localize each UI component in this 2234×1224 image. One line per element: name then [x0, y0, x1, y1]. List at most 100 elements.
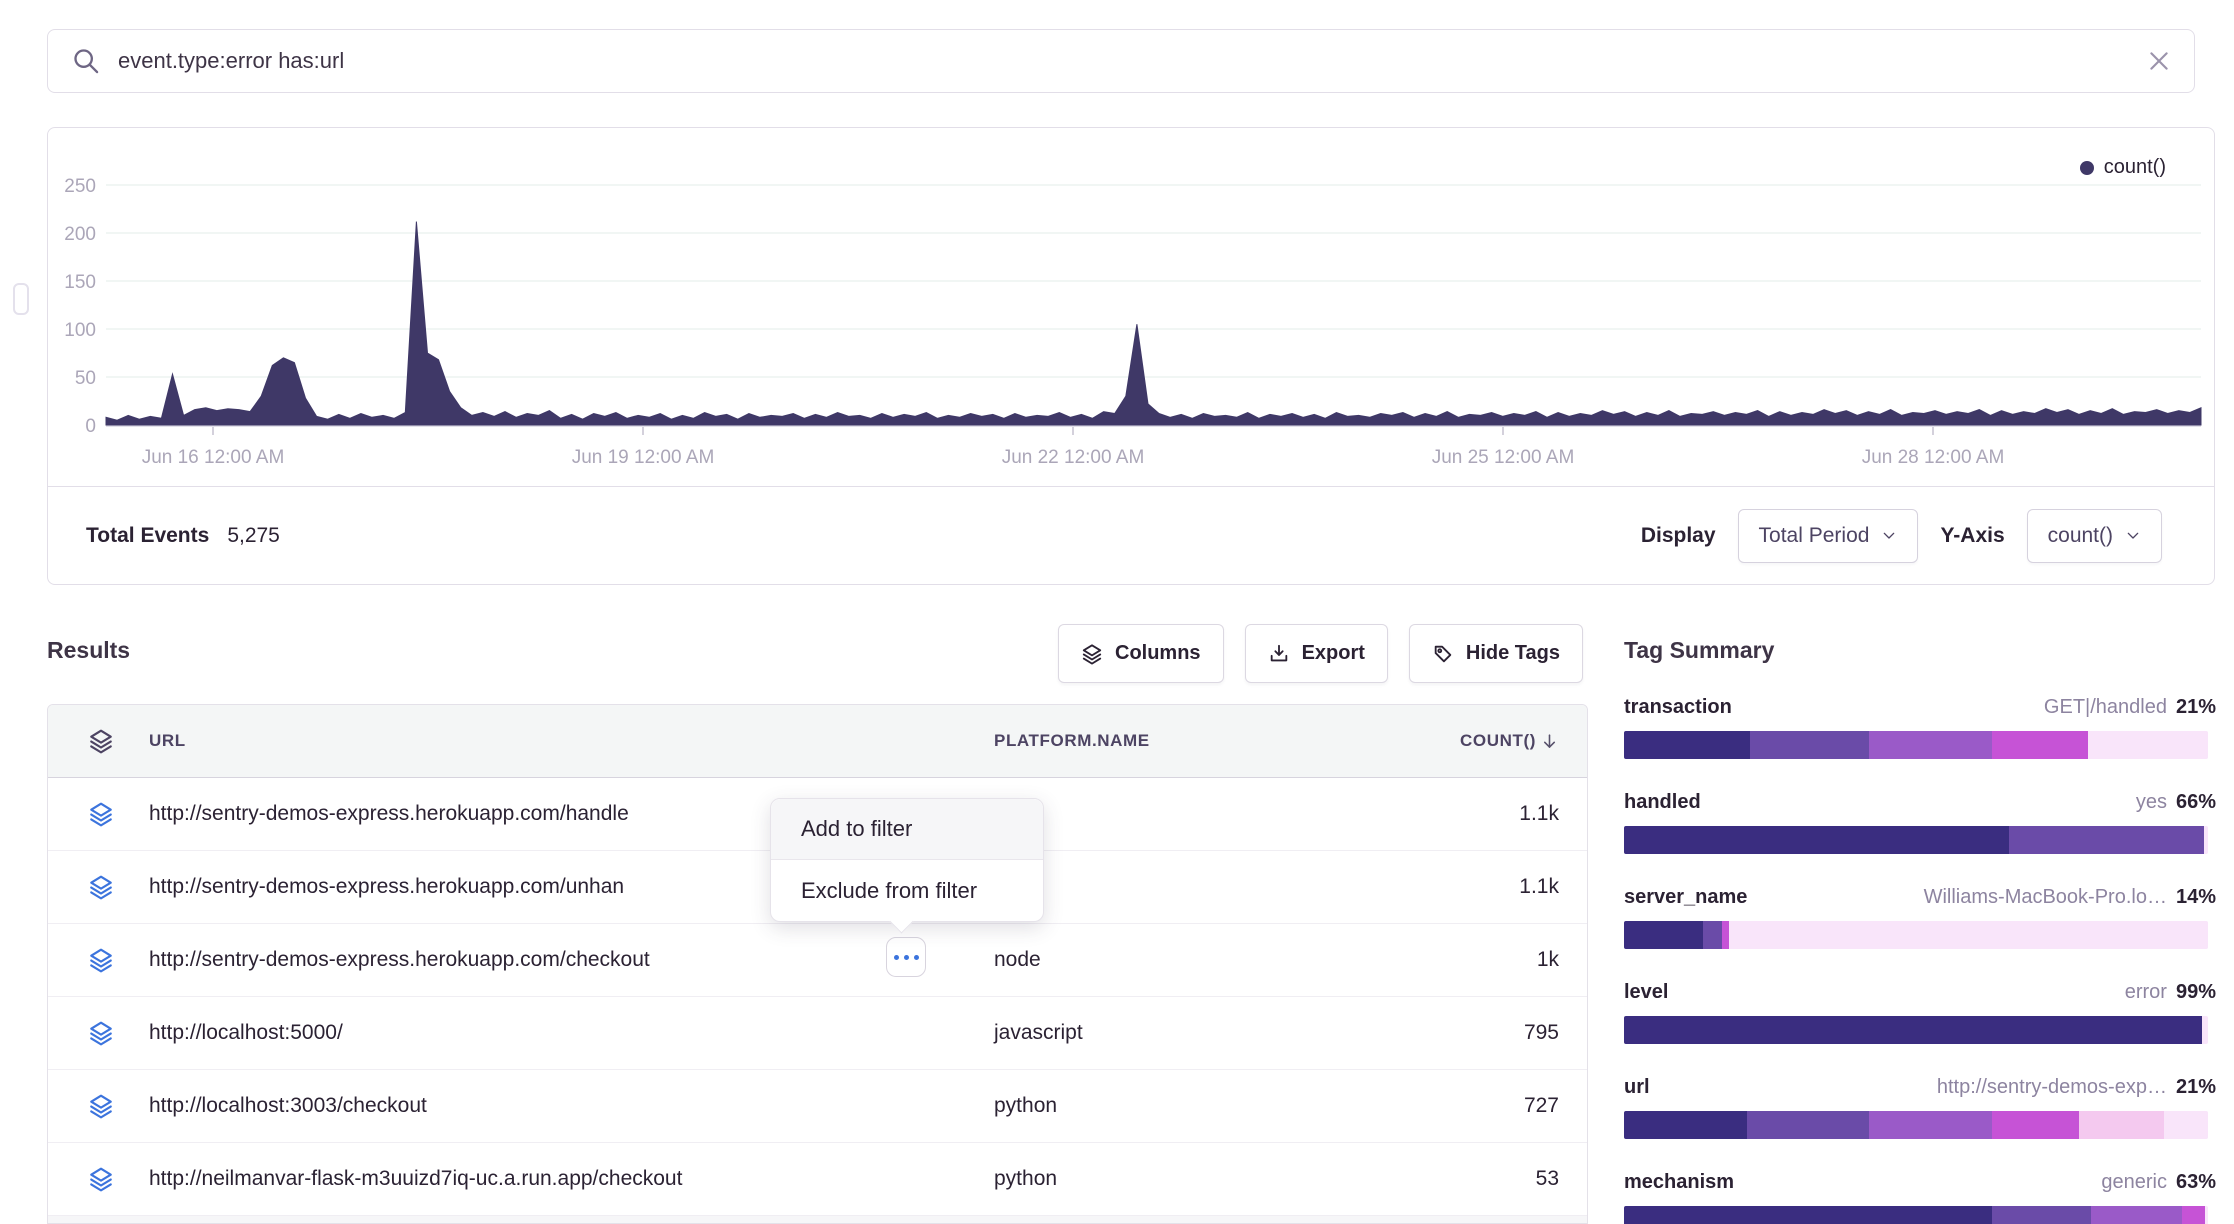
tag-name[interactable]: url — [1624, 1076, 1650, 1099]
url-cell[interactable]: http://sentry-demos-express.herokuapp.co… — [149, 802, 629, 826]
exclude-from-filter-item[interactable]: Exclude from filter — [771, 860, 1043, 921]
platform-cell[interactable]: python — [994, 1094, 1057, 1118]
tag-name[interactable]: handled — [1624, 791, 1701, 814]
platform-cell[interactable]: javascript — [994, 1021, 1083, 1045]
yaxis-label: Y-Axis — [1940, 524, 2004, 548]
tag-distribution-bar[interactable] — [1624, 921, 2208, 949]
svg-text:Jun 19 12:00 AM: Jun 19 12:00 AM — [572, 447, 715, 468]
tag-distribution-bar[interactable] — [1624, 826, 2208, 854]
tag-bar-segment — [1624, 921, 1703, 949]
count-cell[interactable]: 1k — [1537, 948, 1559, 972]
tag-bar-segment — [2088, 731, 2208, 759]
total-events-value: 5,275 — [227, 524, 280, 548]
add-to-filter-item[interactable]: Add to filter — [771, 799, 1043, 860]
stack-icon[interactable] — [88, 1020, 114, 1046]
tag-top-value: error — [2125, 981, 2167, 1004]
export-button-label: Export — [1302, 642, 1365, 665]
search-bar[interactable]: event.type:error has:url — [47, 29, 2195, 93]
tag-distribution-bar[interactable] — [1624, 1111, 2208, 1139]
tag-bar-segment — [1750, 731, 1870, 759]
tag-distribution-bar[interactable] — [1624, 1016, 2208, 1044]
tag-bar-segment — [1992, 1111, 2080, 1139]
chart-footer: Total Events 5,275 Display Total Period … — [48, 486, 2214, 584]
tag-bar-segment — [1722, 921, 1730, 949]
url-cell[interactable]: http://neilmanvar-flask-m3uuizd7iq-uc.a.… — [149, 1167, 682, 1191]
url-cell[interactable]: http://localhost:5000/ — [149, 1021, 343, 1045]
table-row[interactable]: http://sentry-demos-express.herokuapp.co… — [48, 924, 1587, 997]
column-header-url[interactable]: URL — [149, 731, 186, 751]
svg-text:250: 250 — [64, 176, 96, 197]
url-cell[interactable]: http://sentry-demos-express.herokuapp.co… — [149, 875, 624, 899]
chevron-down-icon — [1881, 528, 1897, 544]
tag-name[interactable]: server_name — [1624, 886, 1747, 909]
tag-distribution-bar[interactable] — [1624, 731, 2208, 759]
svg-text:Jun 25 12:00 AM: Jun 25 12:00 AM — [1432, 447, 1575, 468]
column-header-count[interactable]: COUNT() — [1460, 731, 1559, 751]
stack-icon[interactable] — [88, 801, 114, 827]
results-title: Results — [47, 637, 130, 664]
table-row[interactable]: http://localhost:5000/ javascript 795 — [48, 997, 1587, 1070]
tag-top-value: http://sentry-demos-exp… — [1937, 1076, 2167, 1099]
chevron-down-icon — [2125, 528, 2141, 544]
results-table: URL PLATFORM.NAME COUNT() http://sentry-… — [47, 704, 1588, 1224]
svg-text:150: 150 — [64, 272, 96, 293]
display-select[interactable]: Total Period — [1738, 509, 1919, 563]
stack-icon[interactable] — [88, 874, 114, 900]
stack-icon[interactable] — [88, 947, 114, 973]
count-cell[interactable]: 1.1k — [1519, 875, 1559, 899]
tag-top-percent: 63% — [2176, 1171, 2216, 1194]
yaxis-select[interactable]: count() — [2027, 509, 2162, 563]
tag-bar-segment — [2164, 1111, 2208, 1139]
tag-summary-title: Tag Summary — [1624, 637, 2216, 664]
search-input[interactable]: event.type:error has:url — [118, 48, 2146, 74]
svg-text:50: 50 — [75, 368, 96, 389]
svg-text:Jun 16 12:00 AM: Jun 16 12:00 AM — [142, 447, 285, 468]
events-chart-panel: count() 050100150200250Jun 16 12:00 AMJu… — [47, 127, 2215, 585]
platform-cell[interactable]: python — [994, 1167, 1057, 1191]
tag-bar-segment — [1624, 1206, 1992, 1224]
tag-bar-segment — [1624, 1111, 1747, 1139]
count-cell[interactable]: 1.1k — [1519, 802, 1559, 826]
url-cell[interactable]: http://localhost:3003/checkout — [149, 1094, 427, 1118]
search-icon — [72, 47, 100, 75]
tag-name[interactable]: level — [1624, 981, 1668, 1004]
tag-list: transactionGET|/handled21% handledyes66% s… — [1624, 696, 2216, 1224]
download-icon — [1268, 643, 1290, 665]
count-cell[interactable]: 53 — [1536, 1167, 1559, 1191]
stack-icon[interactable] — [88, 728, 114, 754]
table-row[interactable]: http://localhost:3003/checkout python 72… — [48, 1070, 1587, 1143]
tag-distribution-bar[interactable] — [1624, 1206, 2208, 1224]
tag-bar-segment — [1624, 1016, 2202, 1044]
hide-tags-button[interactable]: Hide Tags — [1409, 624, 1583, 683]
count-cell[interactable]: 727 — [1524, 1094, 1559, 1118]
tag-entry: transactionGET|/handled21% — [1624, 696, 2216, 759]
tag-name[interactable]: mechanism — [1624, 1171, 1734, 1194]
display-value: Total Period — [1759, 524, 1870, 548]
sort-desc-icon — [1540, 732, 1559, 751]
clear-search-icon[interactable] — [2146, 48, 2172, 74]
count-cell[interactable]: 795 — [1524, 1021, 1559, 1045]
count-header-label: COUNT() — [1460, 731, 1536, 751]
tag-bar-segment — [1703, 921, 1722, 949]
tag-entry: handledyes66% — [1624, 791, 2216, 854]
tag-top-percent: 66% — [2176, 791, 2216, 814]
url-cell[interactable]: http://sentry-demos-express.herokuapp.co… — [149, 948, 650, 972]
tag-name[interactable]: transaction — [1624, 696, 1732, 719]
tag-bar-segment — [2204, 826, 2208, 854]
stack-icon[interactable] — [88, 1093, 114, 1119]
tag-bar-segment — [2182, 1206, 2205, 1224]
platform-cell[interactable]: node — [994, 948, 1041, 972]
export-button[interactable]: Export — [1245, 624, 1388, 683]
svg-text:Jun 22 12:00 AM: Jun 22 12:00 AM — [1002, 447, 1145, 468]
cell-filter-menu: Add to filter Exclude from filter — [770, 798, 1044, 922]
svg-text:100: 100 — [64, 320, 96, 341]
yaxis-value: count() — [2048, 524, 2113, 548]
sidebar-collapse-handle[interactable] — [13, 283, 29, 315]
stack-icon[interactable] — [88, 1166, 114, 1192]
column-header-platform[interactable]: PLATFORM.NAME — [994, 731, 1150, 751]
tag-bar-segment — [1624, 731, 1750, 759]
cell-actions-button[interactable] — [886, 937, 926, 977]
tag-bar-segment — [1992, 731, 2088, 759]
columns-button[interactable]: Columns — [1058, 624, 1224, 683]
table-row[interactable]: http://neilmanvar-flask-m3uuizd7iq-uc.a.… — [48, 1143, 1587, 1216]
